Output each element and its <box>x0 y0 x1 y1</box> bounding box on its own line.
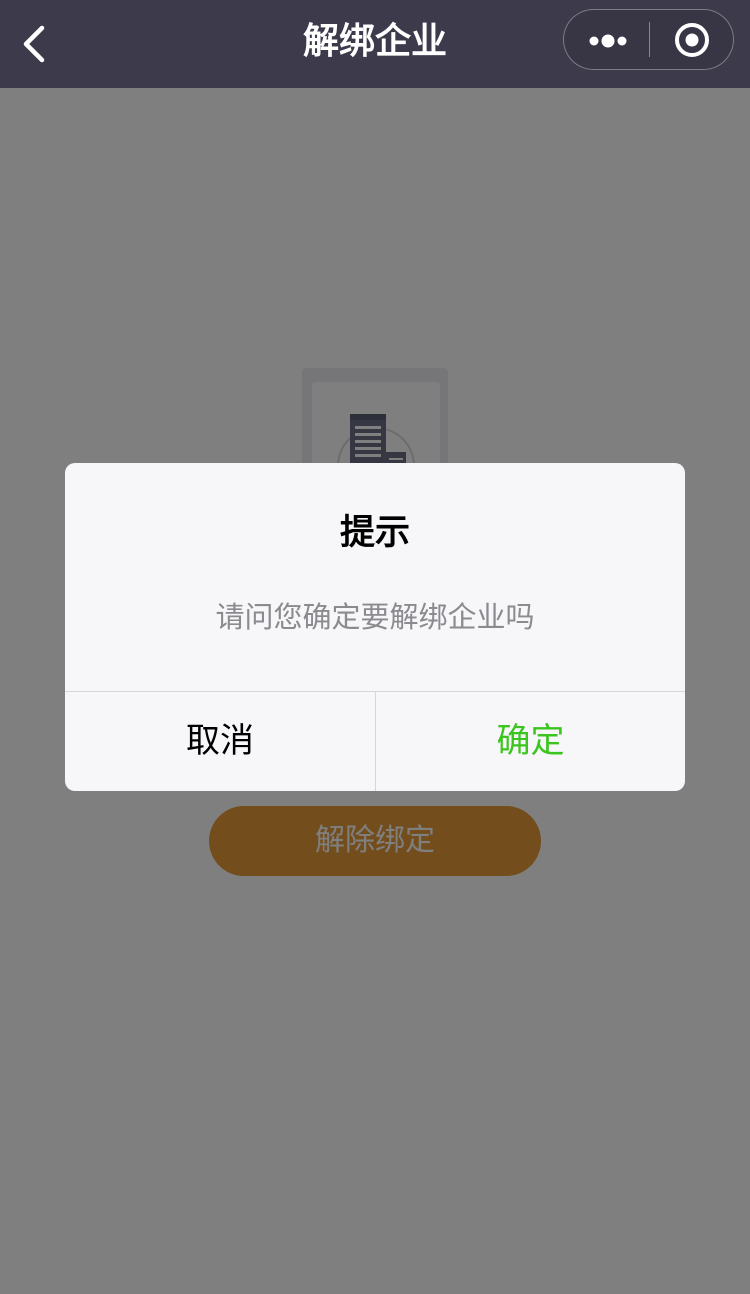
screen: 解绑企业 提示 请问您确定要解绑企业吗 取消 确定 <box>0 0 750 1294</box>
navigation-bar: 解绑企业 <box>0 0 750 88</box>
cancel-button[interactable]: 取消 <box>65 692 375 791</box>
target-circle-icon <box>675 23 709 57</box>
confirm-button[interactable]: 确定 <box>376 692 685 791</box>
mini-program-capsule <box>563 9 734 70</box>
dialog-footer: 取消 确定 <box>65 691 685 791</box>
confirm-dialog: 提示 请问您确定要解绑企业吗 取消 确定 <box>65 463 685 791</box>
dialog-title: 提示 <box>339 513 410 553</box>
more-button[interactable] <box>564 10 649 68</box>
dialog-message: 请问您确定要解绑企业吗 <box>215 600 535 634</box>
more-dots-icon <box>589 34 627 48</box>
chevron-left-icon <box>23 25 45 63</box>
back-button[interactable] <box>14 20 62 68</box>
close-mini-program-button[interactable] <box>650 10 733 68</box>
